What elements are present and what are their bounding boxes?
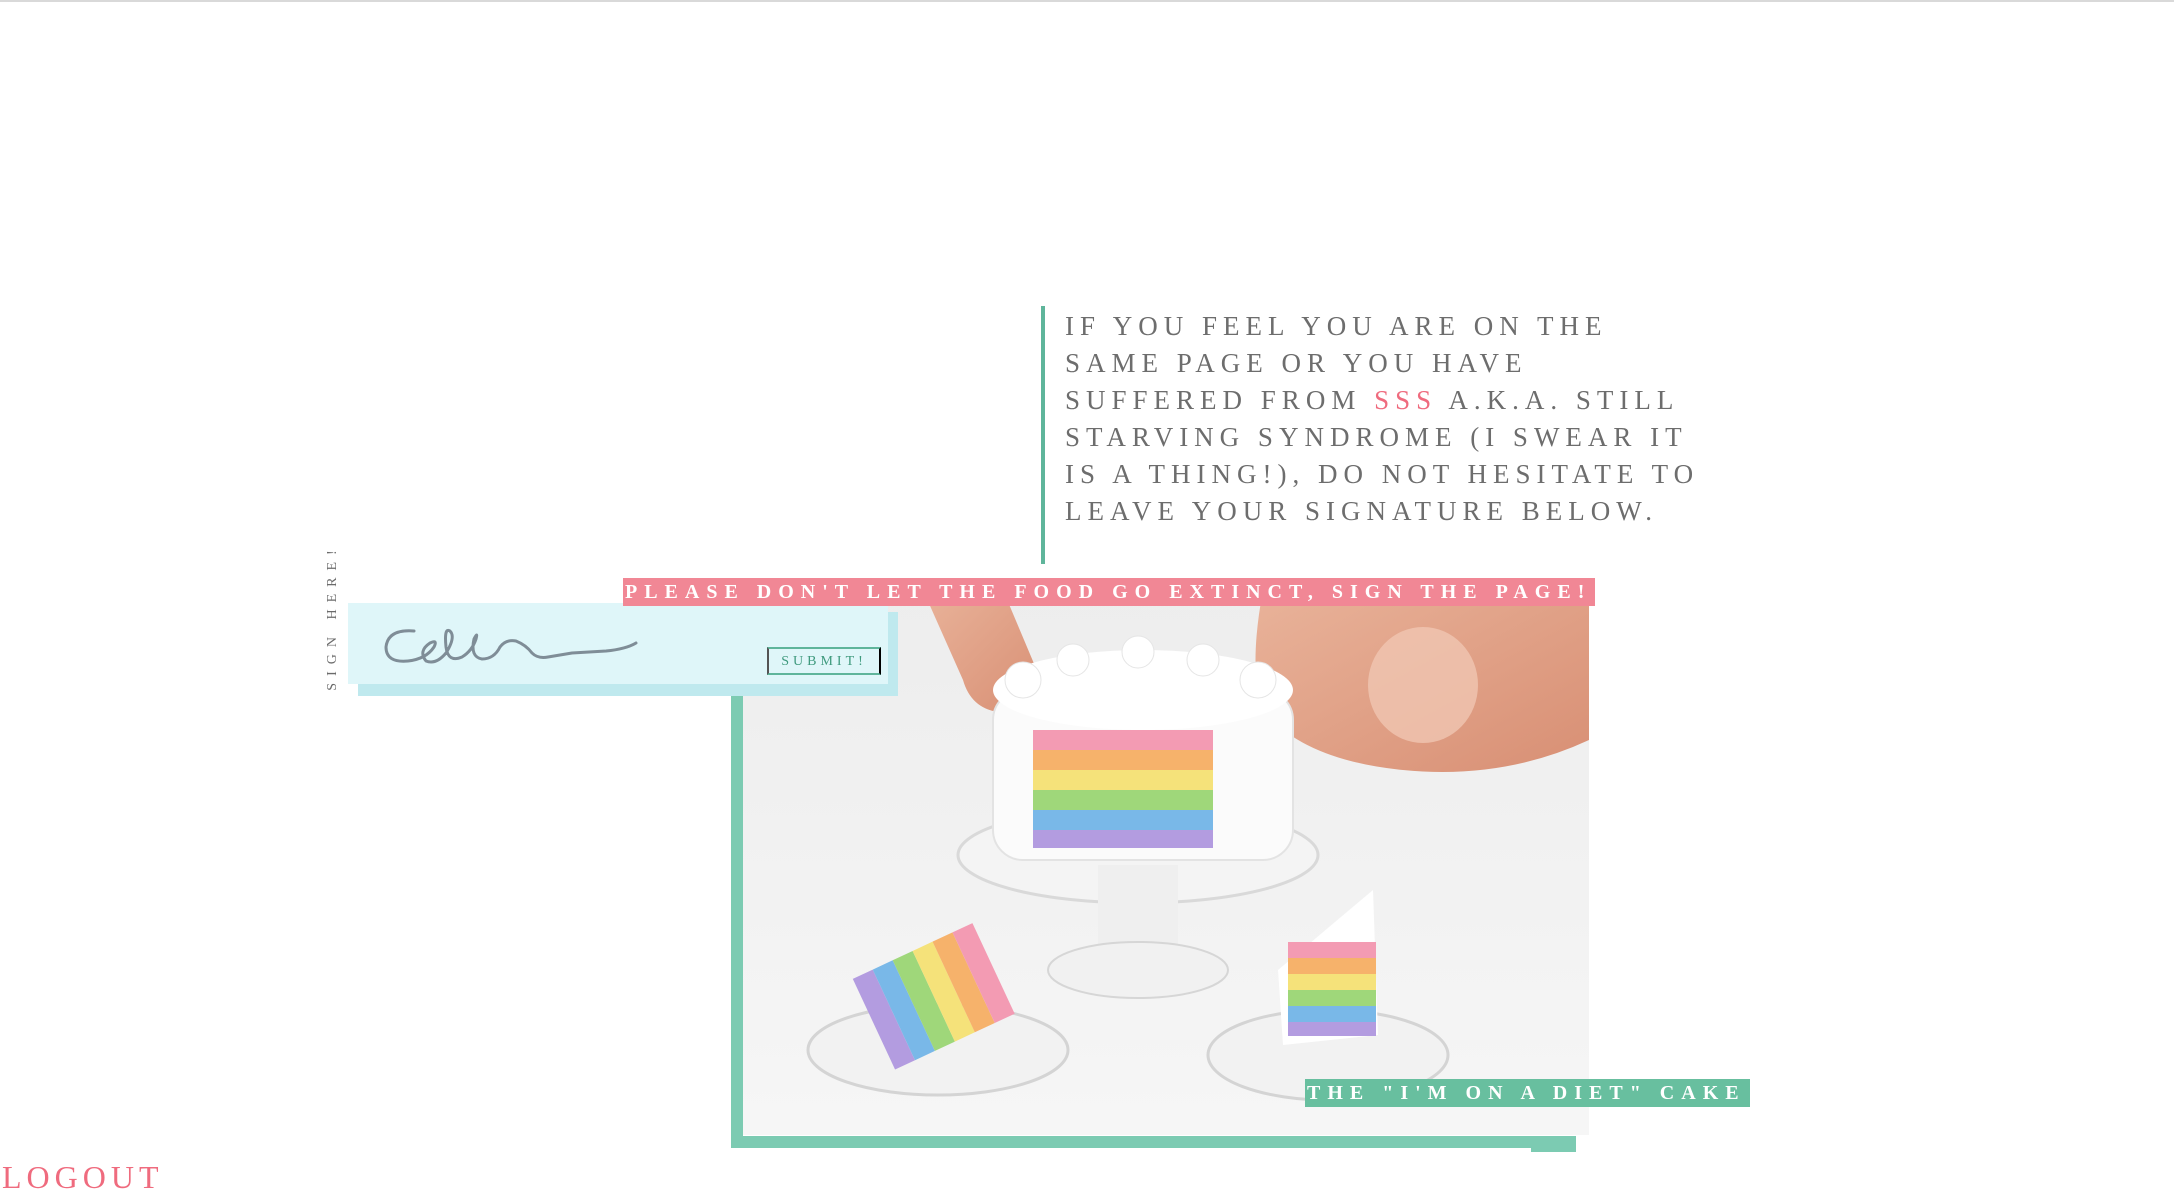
intro-text: If you feel you are on the same page or … <box>1065 306 1701 530</box>
cake-caption: The "I'm on a diet" cake <box>1305 1079 1750 1107</box>
sign-here-text: Sign here! <box>325 543 340 691</box>
signature-pad[interactable] <box>376 617 736 673</box>
top-divider <box>0 0 2174 2</box>
intro-block: If you feel you are on the same page or … <box>1041 306 1701 564</box>
submit-button[interactable]: Submit! <box>767 647 881 675</box>
sign-page-banner: Please don't let the food go extinct, si… <box>623 578 1596 606</box>
sign-here-label: Sign here! <box>321 543 345 690</box>
image-frame-edge <box>1531 1140 1576 1152</box>
logout-link[interactable]: Logout <box>2 1157 164 1197</box>
sss-highlight: SSS <box>1374 385 1438 415</box>
image-frame-edge <box>731 680 743 1148</box>
signature-form: Submit! <box>348 603 888 684</box>
signature-stroke <box>384 628 638 664</box>
